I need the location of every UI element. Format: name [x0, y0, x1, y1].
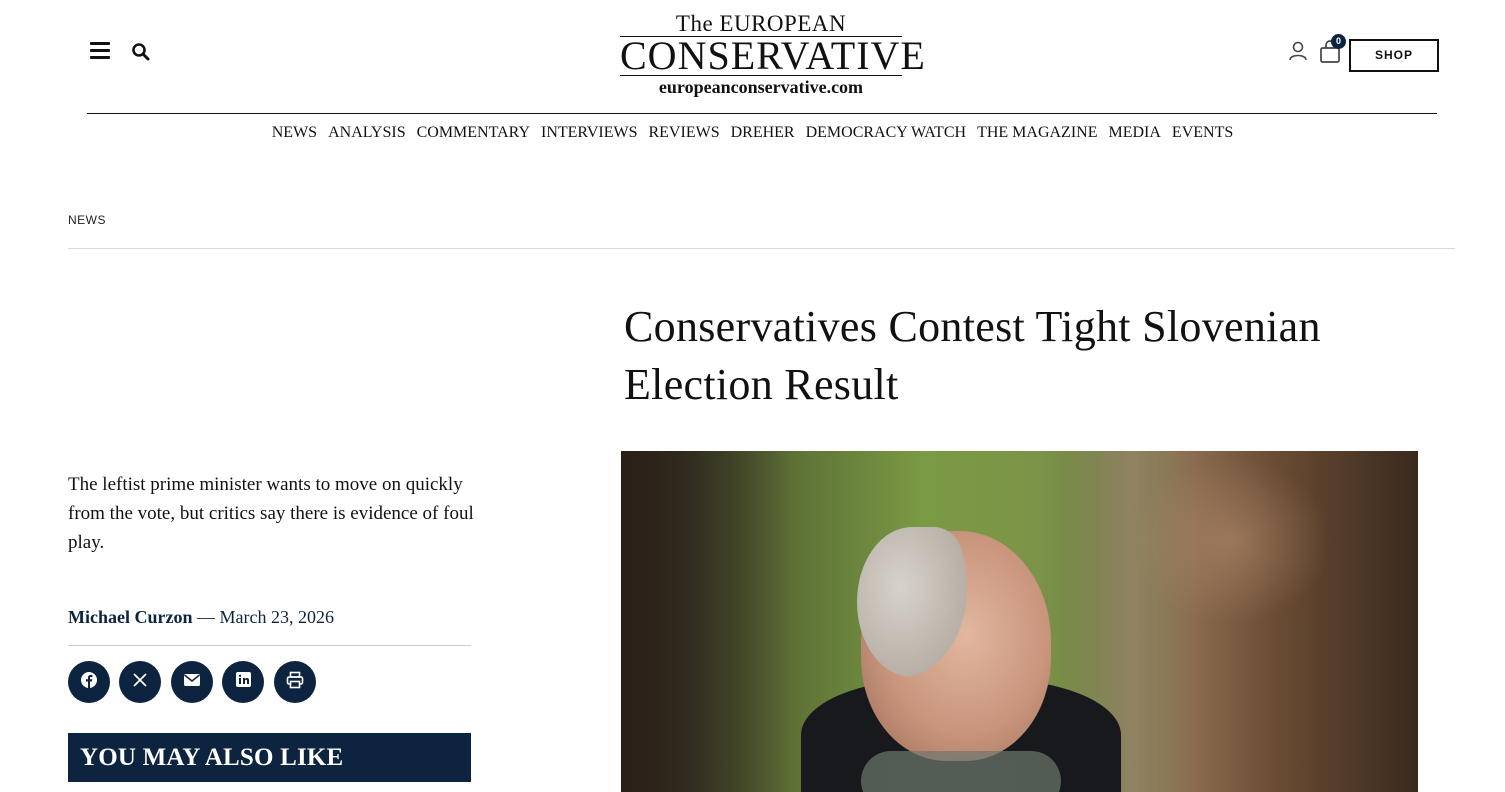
nav-item-reviews[interactable]: REVIEWS — [648, 123, 719, 143]
email-icon — [183, 673, 201, 692]
facebook-share-button[interactable] — [68, 661, 110, 703]
nav-item-analysis[interactable]: ANALYSIS — [328, 123, 406, 143]
nav-item-news[interactable]: NEWS — [272, 123, 317, 143]
nav-item-media[interactable]: MEDIA — [1108, 123, 1160, 143]
breadcrumb-divider — [68, 248, 1455, 249]
byline: Michael Curzon — March 23, 2026 — [68, 606, 334, 628]
publish-date: March 23, 2026 — [219, 607, 334, 627]
linkedin-icon — [235, 671, 252, 693]
byline-divider — [68, 645, 471, 646]
search-icon[interactable] — [131, 42, 151, 62]
logo-url-text: europeanconservative.com — [658, 77, 864, 97]
main-navigation: NEWS ANALYSIS COMMENTARY INTERVIEWS REVI… — [0, 123, 1505, 143]
article-dek: The leftist prime minister wants to move… — [68, 474, 474, 553]
category-breadcrumb[interactable]: NEWS — [68, 213, 106, 227]
article-hero-image — [621, 451, 1418, 792]
email-share-button[interactable] — [171, 661, 213, 703]
x-icon — [132, 672, 148, 693]
author-link[interactable]: Michael Curzon — [68, 607, 192, 627]
shop-button[interactable]: SHOP — [1349, 39, 1439, 72]
nav-item-commentary[interactable]: COMMENTARY — [417, 123, 530, 143]
hamburger-menu-icon[interactable] — [90, 42, 110, 60]
site-logo[interactable]: The EUROPEAN CONSERVATIVE europeanconser… — [620, 12, 926, 97]
nav-item-dreher[interactable]: DREHER — [731, 123, 795, 143]
header-divider — [87, 113, 1437, 114]
user-icon[interactable] — [1287, 40, 1309, 62]
logo-main-text: CONSERVATIVE — [620, 33, 926, 78]
nav-item-interviews[interactable]: INTERVIEWS — [541, 123, 637, 143]
print-share-button[interactable] — [274, 661, 316, 703]
nav-item-democracy-watch[interactable]: DEMOCRACY WATCH — [806, 123, 966, 143]
x-share-button[interactable] — [119, 661, 161, 703]
article-title: Conservatives Contest Tight Slovenian El… — [624, 302, 1321, 409]
print-icon — [286, 671, 304, 694]
facebook-icon — [80, 671, 98, 694]
you-may-also-like-heading: YOU MAY ALSO LIKE — [68, 733, 471, 782]
byline-separator: — — [196, 607, 215, 627]
cart-count-badge: 0 — [1331, 34, 1346, 49]
nav-item-events[interactable]: EVENTS — [1172, 123, 1233, 143]
linkedin-share-button[interactable] — [222, 661, 264, 703]
nav-item-the-magazine[interactable]: THE MAGAZINE — [977, 123, 1097, 143]
